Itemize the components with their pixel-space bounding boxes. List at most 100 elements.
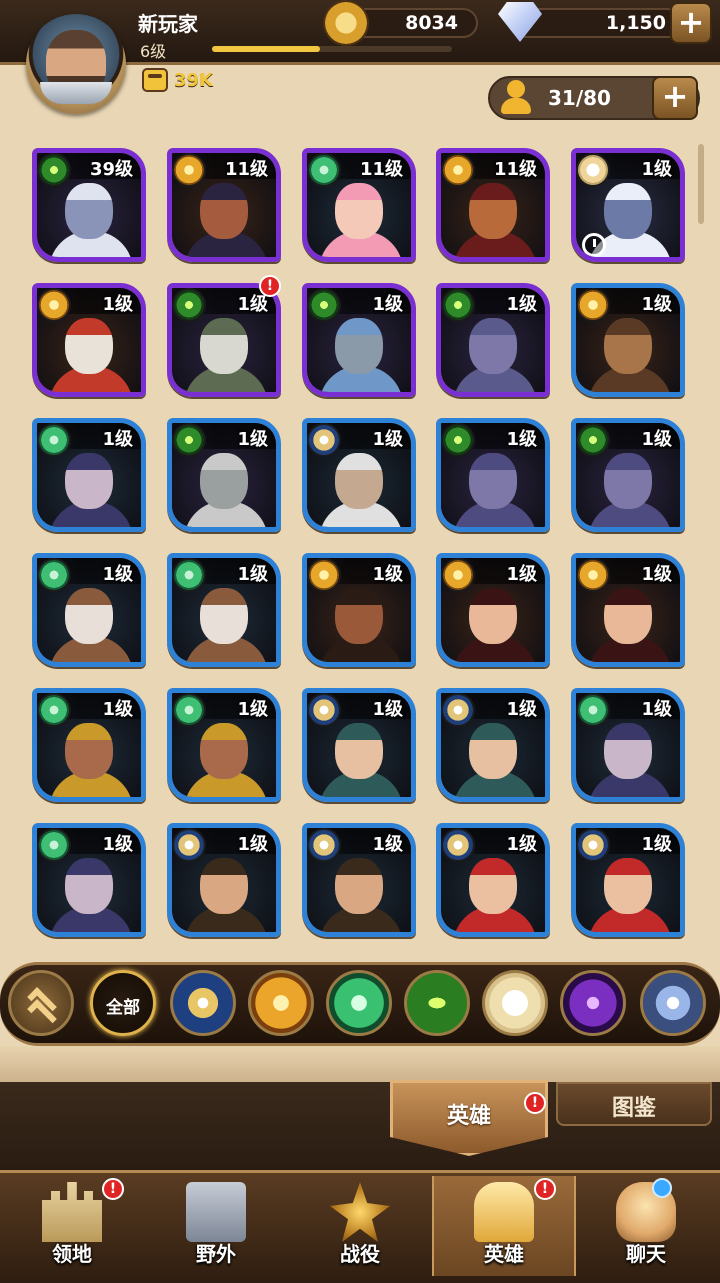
hero-level: 1级 [641,564,672,585]
nav-item-2[interactable]: 战役 [290,1176,430,1276]
star-faction-icon [309,425,339,455]
hero-card[interactable]: 1级 [302,283,416,397]
gem-value: 1,150 [605,12,666,34]
power-value: 39K [174,69,213,91]
hero-level: 1级 [641,159,672,180]
star-faction-icon [309,695,339,725]
hero-level: 11级 [493,159,537,180]
player-avatar[interactable] [26,14,126,114]
eye-faction-icon [174,425,204,455]
panel-divider [0,1046,720,1086]
hero-card[interactable]: 1级 [32,283,146,397]
collapse-filter-button[interactable] [8,970,74,1036]
xp-bar-fill [212,46,320,52]
hero-card[interactable]: 1级 [571,283,685,397]
hero-card[interactable]: 1级 [571,418,685,532]
add-gems-button[interactable]: + [670,2,712,44]
forest-faction-icon [174,695,204,725]
sun-faction-icon[interactable] [248,970,314,1036]
hero-card[interactable]: 1级 [571,553,685,667]
hero-card[interactable]: 1级 [436,418,550,532]
eye-faction-icon[interactable] [404,970,470,1036]
eye-faction-icon [39,155,69,185]
hero-level: 1级 [102,294,133,315]
hero-level: 1级 [506,699,537,720]
hero-card[interactable]: 11级 [436,148,550,262]
hero-card[interactable]: 1级 [436,283,550,397]
hero-card[interactable]: 1级 [302,688,416,802]
hero-card[interactable]: 1级 [167,688,281,802]
hero-level: 39级 [89,159,133,180]
hero-level: 1级 [506,294,537,315]
nav-item-1[interactable]: 野外 [146,1176,286,1276]
star-faction-icon [443,830,473,860]
nav-item-4[interactable]: 聊天 [576,1176,716,1276]
player-level: 6级 [140,42,167,61]
hero-card[interactable]: 1级 [302,553,416,667]
hero-card[interactable]: 1级 [302,418,416,532]
hero-card[interactable]: 1级 [436,553,550,667]
gold-value: 8034 [405,12,458,34]
eye-faction-icon [578,425,608,455]
hero-card[interactable]: 1级 [571,823,685,937]
eye-faction-icon [174,290,204,320]
hero-level: 1级 [102,699,133,720]
hero-level: 11级 [359,159,403,180]
hero-card[interactable]: 11级 [167,148,281,262]
hero-grid: 39级 11级 11级 11级 1级 1级 1级! 1级 1级 1级 1级 1级 1级 1级 1级 1级 1级 1… [0,136,720,956]
hero-level: 1级 [372,699,403,720]
nav-item-3[interactable]: 英雄! [432,1176,576,1276]
hero-card[interactable]: 1级 [32,418,146,532]
hero-level: 1级 [372,834,403,855]
hero-card[interactable]: 11级 [302,148,416,262]
forest-faction-icon [39,695,69,725]
scroll-icon [186,1182,246,1242]
hero-card[interactable]: 1级 [167,553,281,667]
forest-faction-icon[interactable] [326,970,392,1036]
sun-faction-icon [174,155,204,185]
hero-card[interactable]: 1级 [302,823,416,937]
hero-card[interactable]: 1级 [167,283,281,397]
expand-hero-slots-button[interactable]: + [652,76,698,120]
hero-card[interactable]: 1级 [167,823,281,937]
hero-card[interactable]: 1级 [32,823,146,937]
hero-level: 1级 [237,429,268,450]
celestial-faction-icon[interactable] [640,970,706,1036]
hero-level: 1级 [102,834,133,855]
hero-card[interactable]: 1级 [436,823,550,937]
gold-coin-icon [325,2,367,44]
helmet-icon [474,1182,534,1242]
nav-item-0[interactable]: 领地! [2,1176,142,1276]
star-faction-icon [578,830,608,860]
hero-level: 1级 [506,834,537,855]
hero-card[interactable]: 1级 [167,418,281,532]
forest-faction-icon [174,560,204,590]
hero-card[interactable]: 1级 [32,553,146,667]
light-faction-icon[interactable] [482,970,548,1036]
filter-all-label: 全部 [106,998,140,1018]
hero-alert-badge: ! [259,275,281,297]
grid-scrollbar[interactable] [698,144,704,224]
hero-card[interactable]: 1级 [571,148,685,262]
forest-faction-icon [578,695,608,725]
eye-faction-icon [309,290,339,320]
hero-level: 1级 [641,429,672,450]
hero-level: 1级 [641,834,672,855]
hero-card[interactable]: 1级 [436,688,550,802]
sun-faction-icon [443,560,473,590]
hero-level: 1级 [372,294,403,315]
nav-notification-dot [652,1178,672,1198]
xp-bar [212,46,452,52]
hero-count-value: 31/80 [548,86,611,110]
nav-label: 战役 [340,1242,380,1266]
filter-all-button[interactable]: 全部 [90,970,156,1036]
dark-faction-icon[interactable] [560,970,626,1036]
star-faction-icon [443,695,473,725]
hero-card[interactable]: 39级 [32,148,146,262]
hero-level: 1级 [641,294,672,315]
hero-card[interactable]: 1级 [571,688,685,802]
forest-faction-icon [39,560,69,590]
hero-card[interactable]: 1级 [32,688,146,802]
sun-faction-icon [39,290,69,320]
star-faction-icon[interactable] [170,970,236,1036]
